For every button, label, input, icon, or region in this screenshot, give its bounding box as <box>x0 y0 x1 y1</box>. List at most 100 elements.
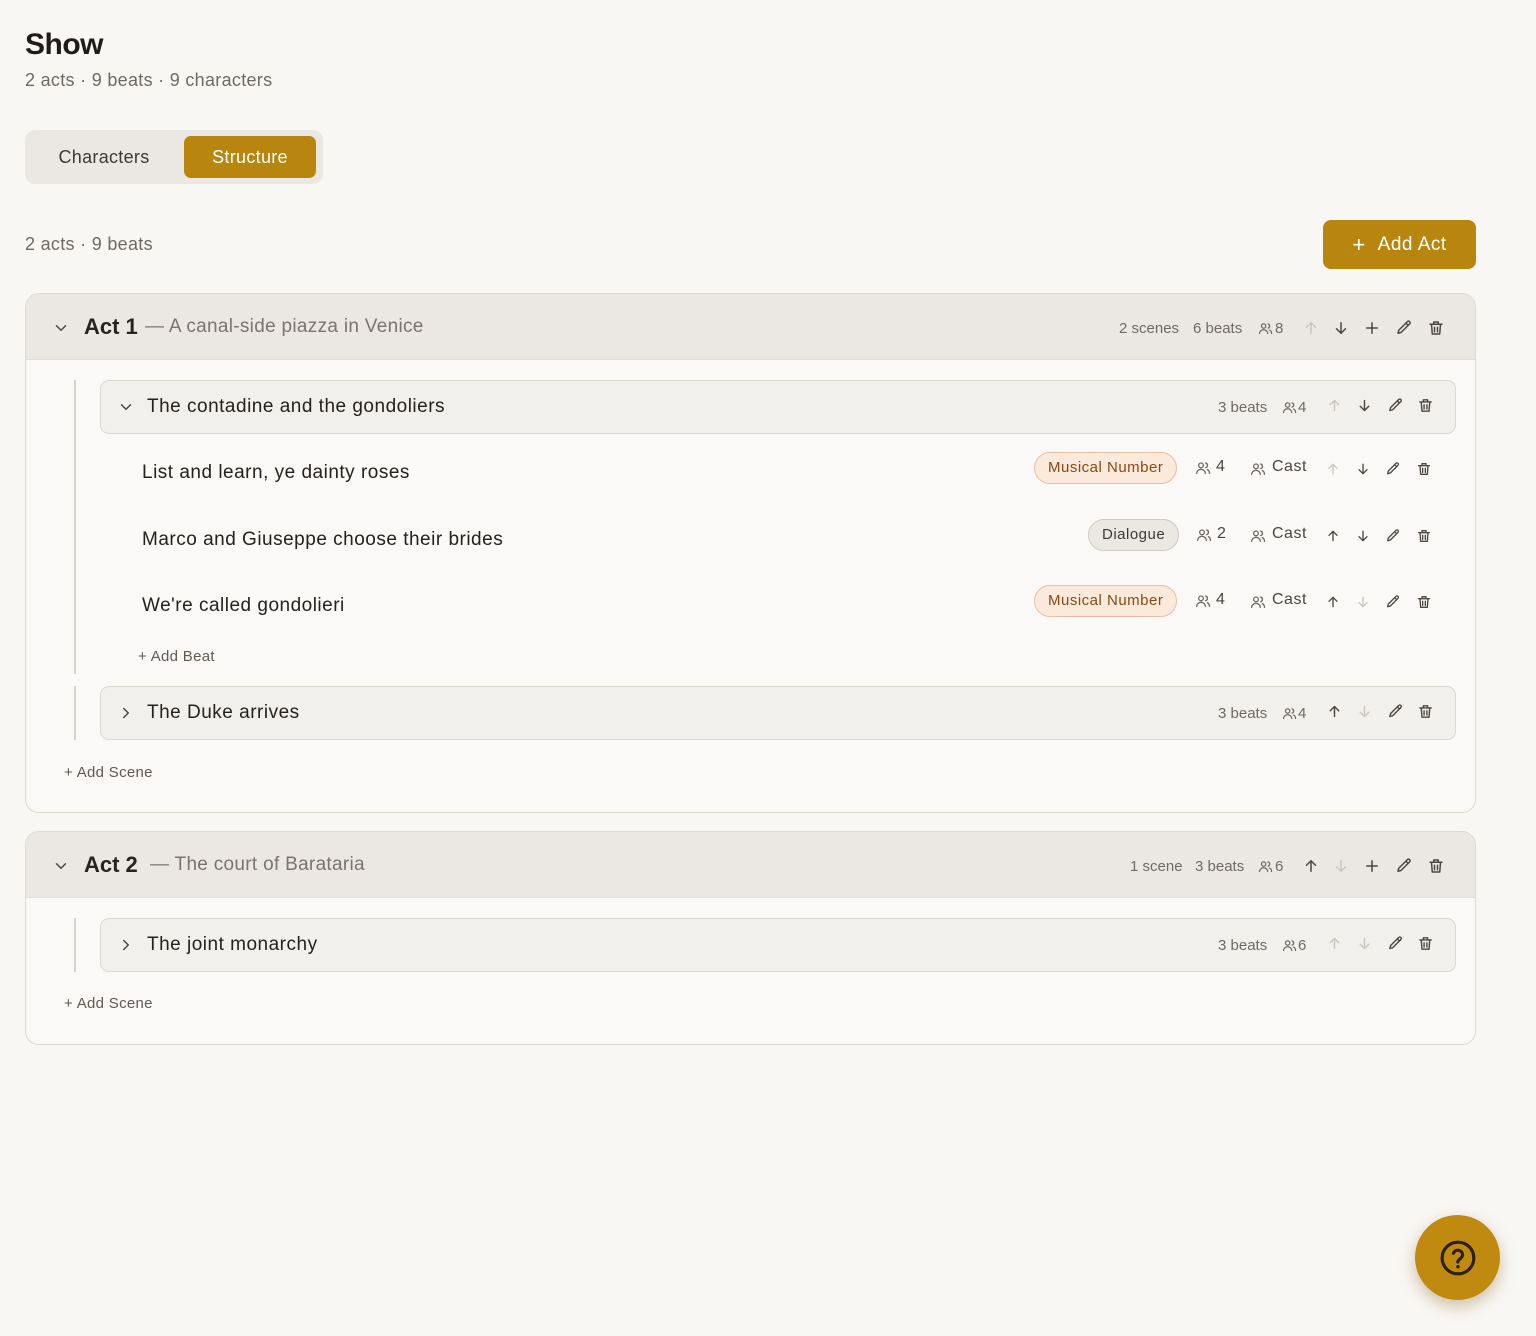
act-location: — A canal-side piazza in Venice <box>145 316 424 337</box>
scene-header[interactable]: The contadine and the gondoliers 3 beats… <box>100 380 1456 434</box>
page-title: Show <box>25 28 104 61</box>
plus-icon: + <box>138 648 151 665</box>
move-down-icon[interactable] <box>1355 528 1371 544</box>
page-subtitle: 2 acts · 9 beats · 9 characters <box>25 70 273 90</box>
tab-characters[interactable]: Characters <box>31 136 177 178</box>
move-down-icon[interactable] <box>1356 703 1373 720</box>
act-card: Act 1 — A canal-side piazza in Venice 2 … <box>25 293 1476 813</box>
beats-count: 3 beats <box>1195 858 1245 875</box>
move-up-icon[interactable] <box>1326 397 1343 414</box>
view-tabs: Characters Structure <box>25 130 323 184</box>
act-card: Act 2 — The court of Barataria 1 scene 3… <box>25 831 1476 1045</box>
scene-header[interactable]: The joint monarchy 3 beats 6 <box>100 918 1456 972</box>
move-up-icon[interactable] <box>1302 857 1320 875</box>
beat-title: List and learn, ye dainty roses <box>142 462 410 483</box>
characters-count: 4 <box>1216 591 1226 608</box>
chevron-right-icon[interactable] <box>117 936 135 954</box>
tree-line <box>74 918 76 972</box>
move-down-icon[interactable] <box>1356 935 1373 952</box>
delete-icon[interactable] <box>1417 397 1434 414</box>
delete-icon[interactable] <box>1417 935 1434 952</box>
beat-row[interactable]: Marco and Giuseppe choose their brides D… <box>142 519 1442 559</box>
characters-count: 6 <box>1298 937 1307 954</box>
tree-line <box>74 380 76 674</box>
scene-header[interactable]: The Duke arrives 3 beats 4 <box>100 686 1456 740</box>
help-button[interactable] <box>1415 1215 1500 1300</box>
scenes-count: 2 scenes <box>1119 320 1180 337</box>
move-up-icon[interactable] <box>1326 935 1343 952</box>
chevron-down-icon[interactable] <box>52 857 70 875</box>
edit-icon[interactable] <box>1395 319 1413 337</box>
edit-icon[interactable] <box>1387 703 1404 720</box>
beats-count: 3 beats <box>1218 937 1268 954</box>
plus-icon: + <box>1352 231 1366 257</box>
users-icon[interactable] <box>1250 528 1266 544</box>
structure-summary: 2 acts · 9 beats <box>25 234 153 254</box>
help-icon <box>1439 1239 1477 1277</box>
cast-button[interactable]: Cast <box>1272 458 1307 476</box>
move-up-icon[interactable] <box>1325 461 1341 477</box>
move-up-icon[interactable] <box>1325 594 1341 610</box>
characters-count: 4 <box>1298 399 1307 416</box>
move-down-icon[interactable] <box>1332 319 1350 337</box>
delete-icon[interactable] <box>1427 857 1445 875</box>
act-title: Act 2 <box>84 852 138 877</box>
delete-icon[interactable] <box>1416 461 1432 477</box>
cast-button[interactable]: Cast <box>1272 525 1307 543</box>
scene-title: The joint monarchy <box>147 934 318 955</box>
tab-structure[interactable]: Structure <box>184 136 316 178</box>
add-scene-button[interactable]: + Add Scene <box>64 764 153 781</box>
edit-icon[interactable] <box>1395 857 1413 875</box>
move-down-icon[interactable] <box>1355 594 1371 610</box>
characters-count: 6 <box>1275 858 1284 875</box>
users-icon[interactable] <box>1250 594 1266 610</box>
scene-title: The Duke arrives <box>147 702 300 723</box>
beat-row[interactable]: We're called gondolieri Musical Number 4… <box>142 585 1442 625</box>
beats-count: 3 beats <box>1218 399 1268 416</box>
add-scene-label: Add Scene <box>76 764 153 781</box>
chevron-down-icon[interactable] <box>117 398 135 416</box>
users-icon <box>1282 706 1297 721</box>
add-beat-button[interactable]: + Add Beat <box>138 648 215 665</box>
move-down-icon[interactable] <box>1355 461 1371 477</box>
move-up-icon[interactable] <box>1326 703 1343 720</box>
beat-type-badge: Musical Number <box>1034 452 1178 484</box>
plus-icon: + <box>64 995 77 1012</box>
users-icon[interactable] <box>1250 461 1266 477</box>
users-icon <box>1258 859 1273 874</box>
edit-icon[interactable] <box>1385 594 1401 610</box>
beat-title: Marco and Giuseppe choose their brides <box>142 529 504 550</box>
add-act-label: Add Act <box>1377 233 1447 255</box>
edit-icon[interactable] <box>1387 935 1404 952</box>
edit-icon[interactable] <box>1385 528 1401 544</box>
edit-icon[interactable] <box>1387 397 1404 414</box>
move-down-icon[interactable] <box>1332 857 1350 875</box>
add-act-button[interactable]: + Add Act <box>1323 220 1476 269</box>
beat-row[interactable]: List and learn, ye dainty roses Musical … <box>142 452 1442 492</box>
add-scene-button[interactable]: + Add Scene <box>64 995 153 1012</box>
scene-title: The contadine and the gondoliers <box>147 396 446 417</box>
scenes-count: 1 scene <box>1130 858 1183 875</box>
chevron-down-icon[interactable] <box>52 319 70 337</box>
delete-icon[interactable] <box>1416 594 1432 610</box>
move-down-icon[interactable] <box>1356 397 1373 414</box>
tree-line <box>74 686 76 740</box>
characters-count: 2 <box>1217 525 1227 542</box>
chevron-right-icon[interactable] <box>117 704 135 722</box>
beat-type-badge: Dialogue <box>1088 519 1180 551</box>
delete-icon[interactable] <box>1417 703 1434 720</box>
cast-button[interactable]: Cast <box>1272 591 1307 609</box>
act-header[interactable]: Act 2 — The court of Barataria 1 scene 3… <box>26 832 1475 898</box>
move-up-icon[interactable] <box>1302 319 1320 337</box>
act-header[interactable]: Act 1 — A canal-side piazza in Venice 2 … <box>26 294 1475 360</box>
move-up-icon[interactable] <box>1325 528 1341 544</box>
beats-count: 6 beats <box>1193 320 1243 337</box>
delete-icon[interactable] <box>1427 319 1445 337</box>
beat-type-badge: Musical Number <box>1034 585 1178 617</box>
edit-icon[interactable] <box>1385 461 1401 477</box>
users-icon <box>1195 593 1211 609</box>
act-title: Act 1 <box>84 314 138 339</box>
add-scene-icon[interactable] <box>1363 319 1381 337</box>
delete-icon[interactable] <box>1416 528 1432 544</box>
add-scene-icon[interactable] <box>1363 857 1381 875</box>
